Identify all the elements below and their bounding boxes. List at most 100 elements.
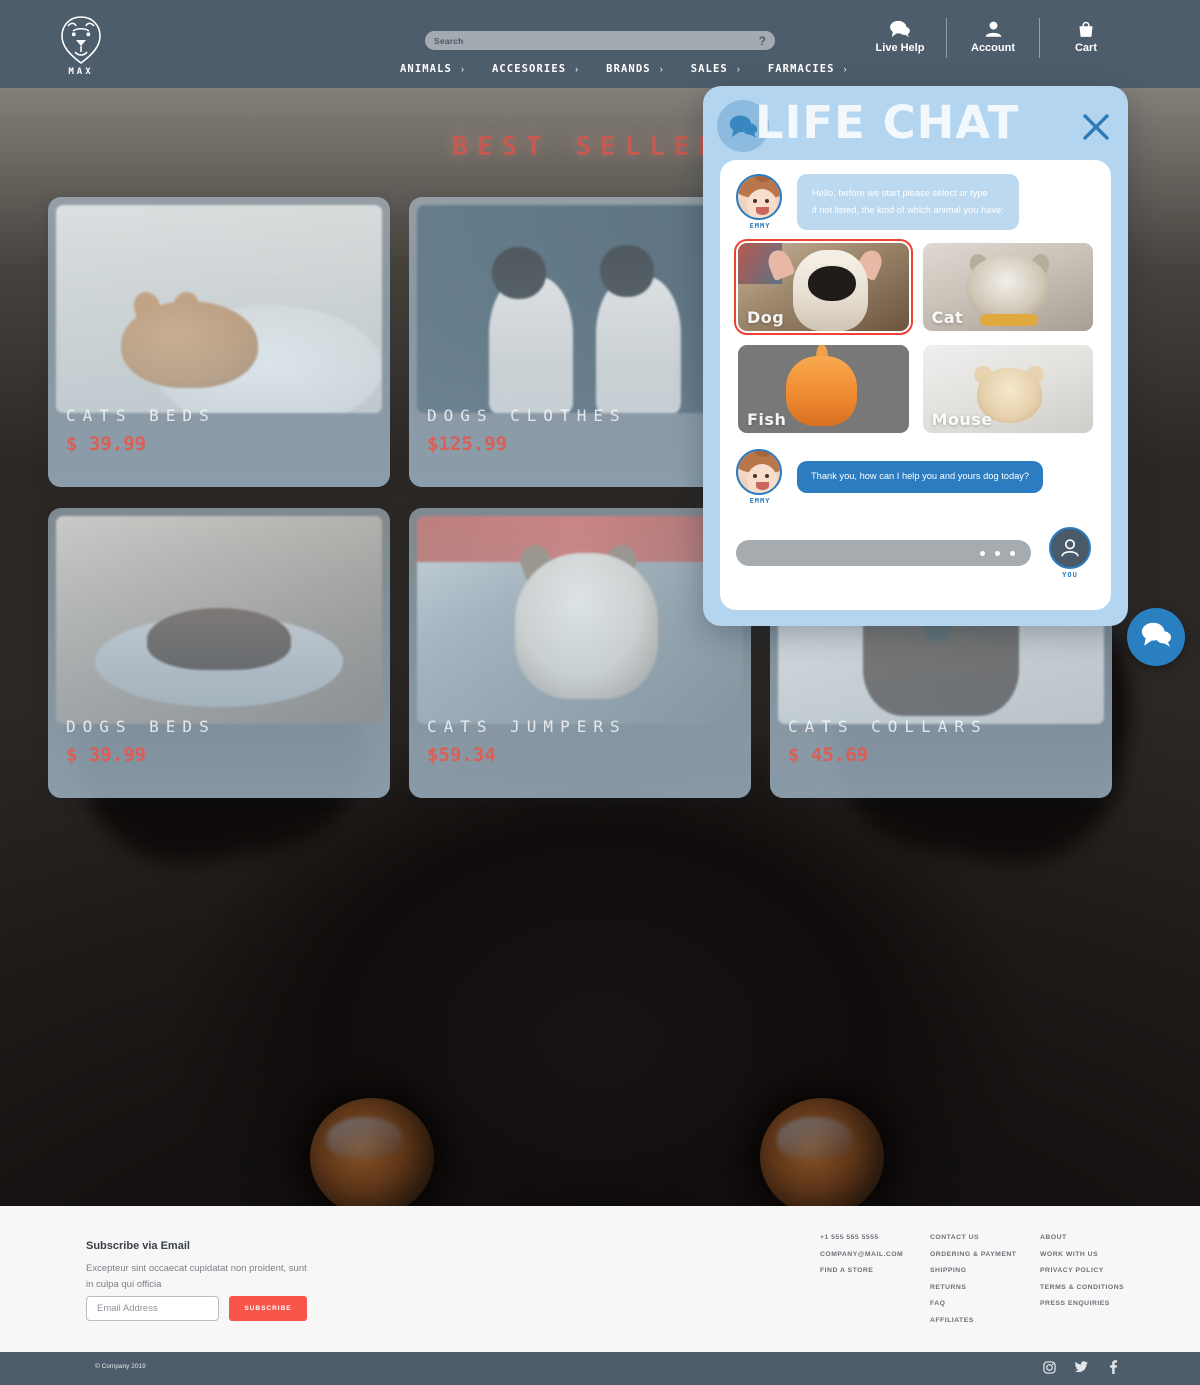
- product-card-dogs-beds[interactable]: DOGS BEDS $ 39.99: [48, 508, 390, 798]
- nav-item-brands[interactable]: BRANDS ›: [606, 63, 663, 75]
- chevron-right-icon: ›: [736, 64, 740, 74]
- product-price: $125.99: [427, 433, 508, 455]
- site-header: MAX Search ? ANIMALS › ACCESORIES › BRAN…: [0, 0, 1200, 88]
- footer-column-company: ABOUT WORK WITH US PRIVACY POLICY TERMS …: [1040, 1234, 1150, 1333]
- shopping-bag-icon: [1046, 18, 1126, 40]
- animal-tile-label: Fish: [747, 410, 787, 430]
- divider: [946, 18, 947, 58]
- chat-fab-button[interactable]: [1127, 608, 1185, 666]
- nav-label: FARMACIES: [767, 63, 835, 75]
- live-help-button[interactable]: Live Help: [860, 18, 940, 54]
- chevron-right-icon: ›: [843, 64, 847, 74]
- chat-bubble-text: Hello, before we start please select or …: [797, 174, 1019, 231]
- footer-link[interactable]: PRIVACY POLICY: [1040, 1267, 1150, 1274]
- subscribe-button-label: SUBSCRIBE: [244, 1305, 292, 1312]
- nav-item-animals[interactable]: ANIMALS ›: [400, 63, 464, 75]
- email-input[interactable]: Email Address: [86, 1296, 219, 1321]
- nav-label: BRANDS: [606, 63, 651, 75]
- product-price: $ 45.69: [788, 744, 869, 766]
- footer-link[interactable]: CONTACT US: [930, 1234, 1040, 1241]
- main-navigation: ANIMALS › ACCESORIES › BRANDS › SALES › …: [400, 63, 847, 75]
- animal-tile-fish[interactable]: Fish: [738, 345, 909, 434]
- twitter-icon[interactable]: [1074, 1360, 1088, 1374]
- close-x-icon[interactable]: [1081, 112, 1111, 142]
- footer-link[interactable]: PRESS ENQUIRIES: [1040, 1300, 1150, 1307]
- product-title: CATS BEDS: [66, 406, 216, 425]
- avatar: [736, 174, 782, 220]
- chat-message-line-1: Hello, before we start please select or …: [812, 188, 988, 198]
- chat-bubbles-icon: [1140, 621, 1172, 653]
- nav-item-sales[interactable]: SALES ›: [691, 63, 740, 75]
- chat-message-agent-2: EMMY Thank you, how can I help you and y…: [736, 449, 1095, 505]
- nav-label: SALES: [690, 63, 728, 75]
- product-card-dogs-clothes[interactable]: DOGS CLOTHES $125.99: [409, 197, 751, 487]
- chat-body: EMMY Hello, before we start please selec…: [720, 160, 1111, 610]
- animal-tile-label: Cat: [931, 308, 964, 328]
- product-card-cats-beds[interactable]: CATS BEDS $ 39.99: [48, 197, 390, 487]
- header-utilities: Live Help Account Cart: [860, 18, 1126, 58]
- instagram-icon[interactable]: [1042, 1360, 1056, 1374]
- animal-tile-label: Dog: [747, 308, 785, 328]
- subscribe-button[interactable]: SUBSCRIBE: [229, 1296, 307, 1321]
- util-label: Live Help: [875, 42, 925, 54]
- chat-message-line-2: if not listed, the kind of which animal …: [812, 205, 1004, 216]
- nav-item-farmacies[interactable]: FARMACIES ›: [768, 63, 847, 75]
- footer-link[interactable]: FIND A STORE: [820, 1267, 930, 1274]
- nav-item-accesories[interactable]: ACCESORIES ›: [492, 63, 578, 75]
- animal-tile-cat[interactable]: Cat: [922, 243, 1093, 332]
- search-placeholder: Search: [434, 35, 464, 46]
- product-title: CATS JUMPERS: [427, 717, 627, 736]
- typing-dot: [980, 550, 985, 556]
- chevron-right-icon: ›: [575, 64, 579, 74]
- chat-header: LIFE CHAT: [703, 86, 1128, 164]
- footer-link[interactable]: ABOUT: [1040, 1234, 1150, 1241]
- chat-message-input[interactable]: [736, 540, 1031, 567]
- animal-tile-label: Mouse: [931, 410, 993, 430]
- product-price: $59.34: [427, 744, 496, 766]
- animal-tile-mouse[interactable]: Mouse: [922, 345, 1093, 434]
- subscribe-title: Subscribe via Email: [86, 1240, 190, 1252]
- nav-label: ACCESORIES: [491, 63, 567, 75]
- footer-link[interactable]: RETURNS: [930, 1284, 1040, 1291]
- footer-link[interactable]: +1 555 555 5555: [820, 1234, 930, 1241]
- util-label: Account: [971, 42, 1015, 54]
- footer-bottom-bar: © Company 2019: [0, 1352, 1200, 1385]
- person-icon: [953, 18, 1033, 40]
- chat-message-agent-1: EMMY Hello, before we start please selec…: [736, 174, 1095, 231]
- product-title: CATS COLLARS: [788, 717, 988, 736]
- logo-label: MAX: [68, 67, 94, 77]
- product-card-cats-jumpers[interactable]: CATS JUMPERS $59.34: [409, 508, 751, 798]
- chat-title: LIFE CHAT: [755, 96, 1020, 149]
- product-price: $ 39.99: [66, 744, 147, 766]
- email-placeholder: Email Address: [97, 1303, 158, 1314]
- subscribe-description: Excepteur sint occaecat cupidatat non pr…: [86, 1263, 307, 1290]
- footer-link[interactable]: ORDERING & PAYMENT: [930, 1251, 1040, 1258]
- facebook-icon[interactable]: [1106, 1360, 1120, 1374]
- search-input[interactable]: Search ?: [425, 31, 775, 50]
- chat-input-row: YOU: [736, 527, 1095, 579]
- footer-link[interactable]: SHIPPING: [930, 1267, 1040, 1274]
- util-label: Cart: [1074, 42, 1097, 54]
- account-button[interactable]: Account: [953, 18, 1033, 54]
- footer-link[interactable]: TERMS & CONDITIONS: [1040, 1284, 1150, 1291]
- site-footer: Subscribe via Email Excepteur sint occae…: [0, 1206, 1200, 1352]
- copyright-text: © Company 2019: [95, 1363, 146, 1370]
- animal-tile-dog[interactable]: Dog: [734, 239, 913, 336]
- footer-link-columns: +1 555 555 5555 COMPANY@MAIL.COM FIND A …: [820, 1234, 1150, 1333]
- animal-selection-grid: Dog Cat Fish Mouse: [734, 239, 1093, 434]
- user-name: YOU: [1062, 571, 1078, 580]
- typing-dot: [1010, 550, 1015, 556]
- site-logo[interactable]: MAX: [52, 14, 110, 77]
- footer-link[interactable]: WORK WITH US: [1040, 1251, 1150, 1258]
- chat-bubble-icon: [860, 18, 940, 40]
- footer-column-contact: +1 555 555 5555 COMPANY@MAIL.COM FIND A …: [820, 1234, 930, 1333]
- footer-link[interactable]: FAQ: [930, 1300, 1040, 1307]
- footer-link[interactable]: COMPANY@MAIL.COM: [820, 1251, 930, 1258]
- search-help-icon[interactable]: ?: [759, 34, 766, 48]
- cart-button[interactable]: Cart: [1046, 18, 1126, 54]
- chevron-right-icon: ›: [659, 64, 663, 74]
- social-links: [1042, 1360, 1120, 1374]
- footer-link[interactable]: AFFILIATES: [930, 1317, 1040, 1324]
- user-avatar-wrap: YOU: [1045, 527, 1095, 579]
- footer-column-service: CONTACT US ORDERING & PAYMENT SHIPPING R…: [930, 1234, 1040, 1333]
